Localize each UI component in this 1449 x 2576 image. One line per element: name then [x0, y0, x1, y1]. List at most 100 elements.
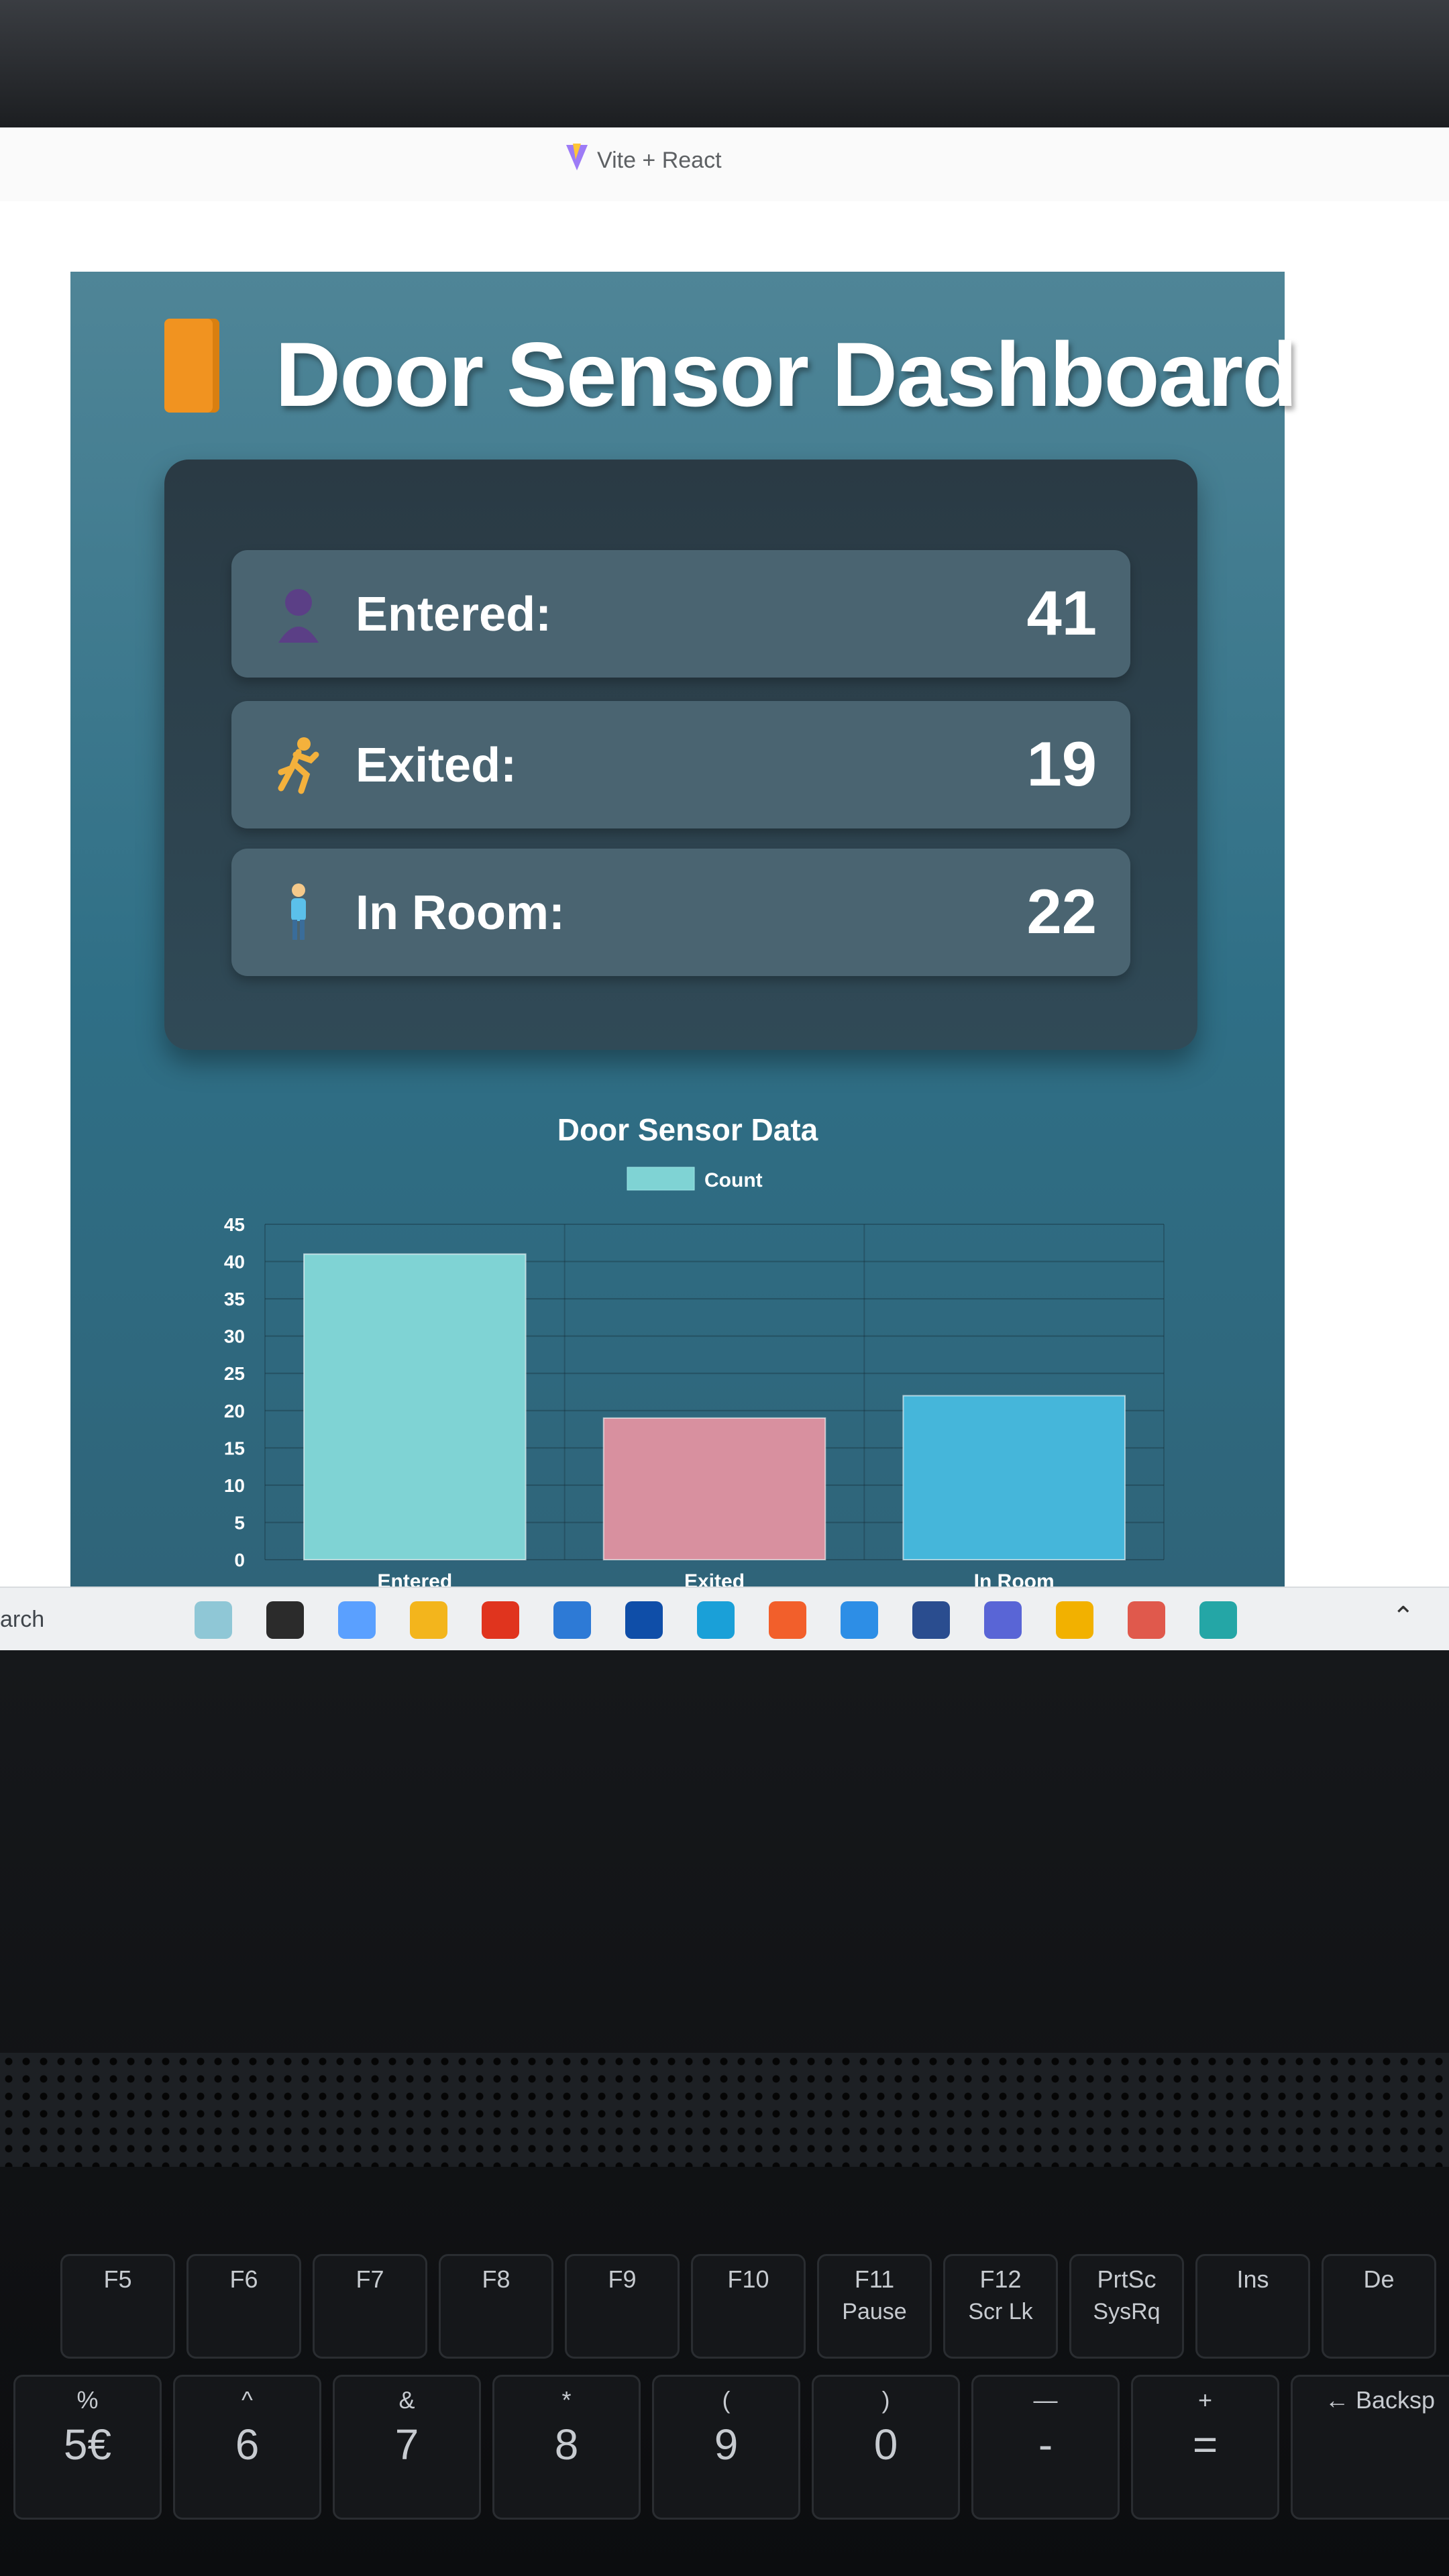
monitor-bezel [0, 0, 1449, 127]
screen: Vite + React Door Sensor Dashboard Enter… [0, 127, 1449, 1652]
person-silhouette-icon [272, 584, 325, 644]
x-tick-label: Exited [684, 1570, 745, 1587]
bar-exited[interactable] [602, 1417, 826, 1560]
key-f5[interactable]: F5 [60, 2254, 175, 2359]
key-label: F7 [356, 2265, 384, 2293]
key-label: F10 [727, 2265, 769, 2293]
key-3[interactable]: * 8 [492, 2375, 641, 2520]
edge-icon[interactable] [697, 1601, 735, 1639]
key-prtsc[interactable]: PrtSc SysRq [1069, 2254, 1184, 2359]
key-1[interactable]: ^ 6 [173, 2375, 321, 2520]
key-shift-label: * [561, 2386, 572, 2414]
dashboard-header: Door Sensor Dashboard [164, 312, 1297, 425]
taskbar-search[interactable]: arch [0, 1607, 44, 1633]
y-tick-label: 35 [224, 1289, 245, 1309]
chart-svg: Door Sensor Data Count 0 5 10 15 20 25 30 35 40 4… [224, 1112, 1165, 1587]
key-f8[interactable]: F8 [439, 2254, 553, 2359]
y-tick-label: 40 [224, 1252, 245, 1273]
y-tick-label: 0 [234, 1550, 245, 1570]
chrome-icon[interactable] [1056, 1601, 1093, 1639]
key-label: 5€ [63, 2420, 112, 2469]
key-f7[interactable]: F7 [313, 2254, 427, 2359]
key-2[interactable]: & 7 [333, 2375, 481, 2520]
key-sublabel: SysRq [1093, 2299, 1161, 2324]
chevron-up-icon[interactable]: ⌃ [1392, 1601, 1415, 1632]
key-f11[interactable]: F11 Pause [817, 2254, 932, 2359]
taskbar: arch ⌃ [0, 1587, 1449, 1652]
legend-swatch [627, 1167, 695, 1191]
key-label: Ins [1236, 2265, 1269, 2293]
key-label: - [1038, 2420, 1053, 2469]
key-de[interactable]: De [1322, 2254, 1436, 2359]
key-6[interactable]: — - [971, 2375, 1120, 2520]
microsoft-store-icon[interactable] [553, 1601, 591, 1639]
key-sublabel: Pause [842, 2299, 907, 2324]
door-icon [164, 319, 219, 413]
dropbox-icon[interactable] [625, 1601, 663, 1639]
y-tick-label: 45 [224, 1214, 245, 1235]
key-ins[interactable]: Ins [1195, 2254, 1310, 2359]
stat-value: 22 [1026, 876, 1097, 947]
bar-in-room[interactable] [902, 1395, 1126, 1560]
key-label: F9 [608, 2265, 637, 2293]
browser-tab[interactable]: Vite + React [557, 148, 722, 174]
arduino-icon[interactable] [1199, 1601, 1237, 1639]
dashboard-app: Door Sensor Dashboard Entered: 41 Exited… [70, 272, 1297, 1587]
chart-bars [303, 1253, 1126, 1560]
y-tick-label: 5 [234, 1512, 245, 1533]
copilot-icon[interactable] [338, 1601, 376, 1639]
key-label: F12 [979, 2265, 1022, 2293]
key-shift-label: ← Backsp [1324, 2386, 1436, 2414]
key-label: F8 [482, 2265, 511, 2293]
key-shift-label: ^ [241, 2386, 253, 2414]
y-tick-label: 30 [224, 1326, 245, 1347]
key-7[interactable]: + = [1131, 2375, 1279, 2520]
key-f9[interactable]: F9 [565, 2254, 680, 2359]
chart-title: Door Sensor Data [557, 1112, 818, 1147]
x-tick-label: In Room [974, 1570, 1055, 1587]
vscode-icon[interactable] [841, 1601, 878, 1639]
x-tick-label: Entered [377, 1570, 452, 1587]
legend-label: Count [704, 1169, 763, 1191]
y-axis: 0 5 10 15 20 25 30 35 40 45 [224, 1214, 245, 1570]
page-title: Door Sensor Dashboard [275, 323, 1297, 425]
stat-value: 41 [1026, 578, 1097, 648]
key-5[interactable]: ) 0 [812, 2375, 960, 2520]
widgets-icon[interactable] [195, 1601, 232, 1639]
standing-person-icon [272, 882, 325, 943]
key-label: F5 [103, 2265, 132, 2293]
key-4[interactable]: (9 [652, 2375, 800, 2520]
key-label: 7 [394, 2420, 419, 2469]
key-label: 9 [714, 2420, 739, 2469]
stats-card: Entered: 41 Exited: 19 In Room: 22 [164, 460, 1197, 1050]
bar-entered[interactable] [303, 1253, 527, 1560]
postman-icon[interactable] [912, 1601, 950, 1639]
key-f12[interactable]: F12 Scr Lk [943, 2254, 1058, 2359]
speaker-grille [0, 2053, 1449, 2167]
tab-title: Vite + React [597, 148, 722, 173]
key-8[interactable]: ← Backsp [1291, 2375, 1449, 2520]
task-view-icon[interactable] [266, 1601, 304, 1639]
stat-label: Exited: [356, 739, 517, 792]
opera-icon[interactable] [482, 1601, 519, 1639]
chrome-profile-icon[interactable] [1128, 1601, 1165, 1639]
stat-in-room: In Room: 22 [231, 849, 1130, 976]
key-f6[interactable]: F6 [186, 2254, 301, 2359]
teams-icon[interactable] [984, 1601, 1022, 1639]
key-label: PrtSc [1097, 2265, 1157, 2293]
key-label: F11 [854, 2265, 895, 2293]
key-shift-label: ( [722, 2386, 731, 2414]
key-label: De [1363, 2265, 1395, 2293]
key-0[interactable]: % 5€ [13, 2375, 162, 2520]
browser-tab-bar: Vite + React [0, 127, 1449, 203]
key-shift-label: ) [881, 2386, 890, 2414]
key-label: 8 [554, 2420, 579, 2469]
stat-label: In Room: [356, 886, 565, 940]
file-explorer-icon[interactable] [410, 1601, 447, 1639]
stat-entered: Entered: 41 [231, 550, 1130, 678]
brave-icon[interactable] [769, 1601, 806, 1639]
laptop-keyboard: F5 F6 F7 F8 F9 F10 F11 Pause F12 Scr Lk PrtSc SysRq… [0, 1650, 1449, 2576]
key-f10[interactable]: F10 [691, 2254, 806, 2359]
x-axis: Entered Exited In Room [377, 1570, 1054, 1587]
key-shift-label: + [1197, 2386, 1213, 2414]
